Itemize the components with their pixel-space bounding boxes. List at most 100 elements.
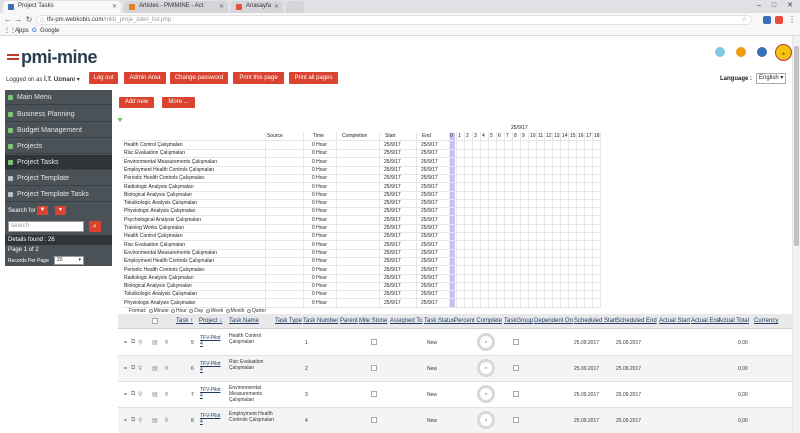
col-task[interactable]: Task ↑ — [176, 318, 193, 324]
copy-icon[interactable]: ⧉ — [131, 391, 135, 398]
col-currency[interactable]: Currency — [754, 318, 778, 324]
close-tab-icon[interactable]: ✕ — [274, 3, 279, 10]
browser-tab-anasayfa[interactable]: Anasayfa ✕ — [231, 1, 283, 13]
bookmark-apps[interactable]: Apps — [15, 27, 29, 35]
col-scheduled-end[interactable]: Scheduled End — [616, 318, 657, 324]
menu-icon[interactable]: ⋮ — [787, 15, 797, 25]
admin-area-button[interactable]: Admin Area — [124, 72, 166, 84]
taskgroup-checkbox[interactable] — [513, 339, 519, 345]
taskgroup-checkbox[interactable] — [513, 365, 519, 371]
col-task-type[interactable]: Task Type — [275, 318, 302, 324]
hierarchy-icon[interactable]: ⚱ — [164, 339, 169, 346]
project-link[interactable]: TFV-Pilot 4 — [200, 413, 222, 425]
project-link[interactable]: TFV-Pilot 4 — [200, 335, 222, 347]
document-icon[interactable]: ▤ — [152, 339, 158, 346]
col-task-number[interactable]: Task Number — [303, 318, 338, 324]
col-task-name[interactable]: Task Name — [229, 318, 259, 324]
records-per-page-select[interactable]: 20 ▾ — [54, 256, 84, 265]
language-select[interactable]: English ▾ — [756, 73, 786, 84]
print-this-page-button[interactable]: Print this page — [233, 72, 284, 84]
search-options-button[interactable]: ▾ — [55, 206, 66, 215]
format-qarter-radio[interactable] — [246, 308, 251, 313]
close-window-icon[interactable]: ✕ — [783, 0, 797, 12]
col-mile-stone[interactable]: Mile Stone — [359, 318, 387, 324]
table-row[interactable]: ⚭ ⧉ ⚲ ▤ ⚱ 7 TFV-Pilot 4 Environmental Measureme… — [118, 382, 792, 408]
bookmark-google[interactable]: Google — [40, 27, 59, 35]
sidebar-item-project-template-tasks[interactable]: Project Template Tasks — [5, 187, 112, 202]
format-day-radio[interactable] — [189, 308, 194, 313]
forward-icon[interactable]: → — [13, 15, 23, 25]
search-filter-button[interactable]: ▼ — [37, 206, 48, 215]
link-icon[interactable]: ⚭ — [123, 417, 128, 424]
back-icon[interactable]: ← — [3, 15, 13, 25]
format-month-radio[interactable] — [225, 308, 230, 313]
col-parent[interactable]: Parent — [340, 318, 358, 324]
milestone-checkbox[interactable] — [371, 365, 377, 371]
sidebar-item-project-template[interactable]: Project Template — [5, 171, 112, 186]
info-icon[interactable] — [757, 47, 767, 57]
search-go-button[interactable]: ⌕ — [89, 221, 101, 232]
url-field[interactable]: ⓘ tfv-pm.webkobis.com/mkb_proje_isleri_l… — [36, 15, 752, 25]
sidebar-item-budget-management[interactable]: Budget Management — [5, 123, 112, 138]
browser-tab-project-tasks[interactable]: Project Tasks ✕ — [3, 1, 121, 13]
user-name[interactable]: İ.T. Uzmanı — [44, 77, 75, 83]
view-icon[interactable]: ⚲ — [138, 417, 142, 424]
notification-icon[interactable] — [736, 47, 746, 57]
sidebar-item-project-tasks[interactable]: Project Tasks — [5, 155, 112, 170]
col-taskgroup[interactable]: TaskGroup — [504, 318, 533, 324]
help-icon[interactable] — [715, 47, 725, 57]
change-password-button[interactable]: Change password — [170, 72, 228, 84]
extension-icon[interactable] — [775, 16, 783, 24]
document-icon[interactable]: ▤ — [152, 391, 158, 398]
view-icon[interactable]: ⚲ — [138, 391, 142, 398]
logout-button[interactable]: Log out — [89, 72, 118, 84]
col-assigned-to[interactable]: Assigned To — [390, 318, 423, 324]
hierarchy-icon[interactable]: ⚱ — [164, 391, 169, 398]
copy-icon[interactable]: ⧉ — [131, 339, 135, 346]
milestone-checkbox[interactable] — [371, 391, 377, 397]
print-all-pages-button[interactable]: Print all pages — [289, 72, 338, 84]
more-button[interactable]: More ... — [162, 97, 195, 108]
project-link[interactable]: TFV-Pilot 4 — [200, 361, 222, 373]
bookmark-star-icon[interactable]: ☆ — [742, 16, 747, 24]
document-icon[interactable]: ▤ — [152, 365, 158, 372]
table-row[interactable]: ⚭ ⧉ ⚲ ▤ ⚱ 5 TFV-Pilot 4 Health Control Çalışmal… — [118, 330, 792, 356]
col-actual-total[interactable]: Actual Total — [718, 318, 749, 324]
sidebar-item-projects[interactable]: Projects — [5, 139, 112, 154]
col-dependent-on[interactable]: Dependent On — [534, 318, 573, 324]
col-actual-end[interactable]: Actual End — [691, 318, 720, 324]
format-minute-radio[interactable] — [148, 308, 153, 313]
col-project[interactable]: Project ↓ — [199, 318, 222, 324]
link-icon[interactable]: ⚭ — [123, 339, 128, 346]
hierarchy-icon[interactable]: ⚱ — [164, 365, 169, 372]
link-icon[interactable]: ⚭ — [123, 365, 128, 372]
reload-icon[interactable]: ↻ — [24, 15, 34, 25]
table-row[interactable]: ⚭ ⧉ ⚲ ▤ ⚱ 8 TFV-Pilot 4 Employment Health Contr… — [118, 408, 792, 433]
search-input[interactable]: search — [8, 221, 84, 232]
link-icon[interactable]: ⚭ — [123, 391, 128, 398]
scrollbar-thumb[interactable] — [794, 46, 799, 246]
col-percent-complete[interactable]: Percent Complete — [454, 318, 502, 324]
sidebar-item-business-planning[interactable]: Business Planning — [5, 107, 112, 122]
project-link[interactable]: TFV-Pilot 4 — [200, 387, 222, 399]
browser-tab-articles[interactable]: Articles - PMIMINE - Act ✕ — [124, 1, 228, 13]
table-row[interactable]: ⚭ ⧉ ⚲ ▤ ⚱ 6 TFV-Pilot 4 Risc Evaluation Çalışma… — [118, 356, 792, 382]
maximize-icon[interactable]: □ — [767, 0, 781, 12]
col-task-status[interactable]: Task Status — [424, 318, 455, 324]
taskgroup-checkbox[interactable] — [513, 417, 519, 423]
milestone-checkbox[interactable] — [371, 339, 377, 345]
milestone-checkbox[interactable] — [371, 417, 377, 423]
document-icon[interactable]: ▤ — [152, 417, 158, 424]
format-week-radio[interactable] — [205, 308, 210, 313]
view-icon[interactable]: ⚲ — [138, 339, 142, 346]
select-all-checkbox[interactable] — [152, 318, 158, 324]
new-tab-button[interactable] — [286, 1, 304, 13]
view-icon[interactable]: ⚲ — [138, 365, 142, 372]
hierarchy-icon[interactable]: ⚱ — [164, 417, 169, 424]
close-tab-icon[interactable]: ✕ — [112, 3, 117, 10]
add-new-button[interactable]: Add new — [119, 97, 154, 108]
col-actual-start[interactable]: Actual Start — [659, 318, 690, 324]
extension-shield-icon[interactable] — [763, 16, 771, 24]
collapse-toggle-icon[interactable] — [117, 118, 123, 122]
minimize-icon[interactable]: – — [752, 0, 766, 12]
